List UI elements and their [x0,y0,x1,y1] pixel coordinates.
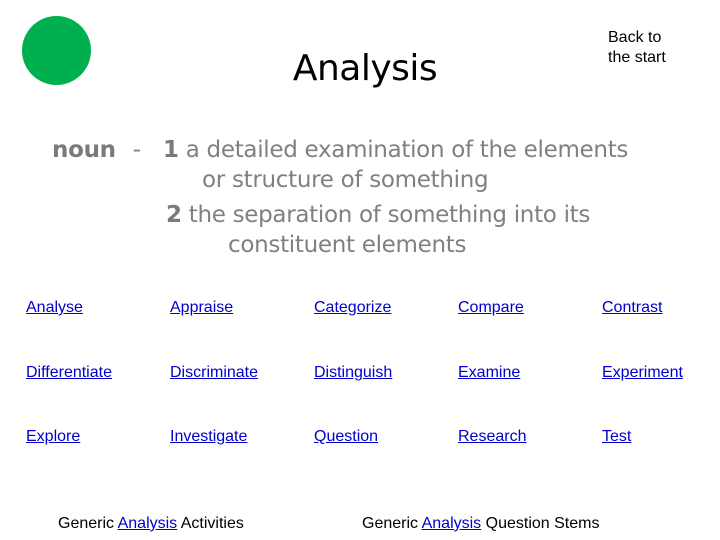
sense-number-2: 2 [166,202,182,228]
link-analyse[interactable]: Analyse [26,299,83,317]
link-compare[interactable]: Compare [458,299,524,317]
link-investigate[interactable]: Investigate [170,428,247,446]
back-link-line-2: the start [608,49,666,66]
link-discriminate[interactable]: Discriminate [170,364,258,382]
definition-part-of-speech: noun - [52,137,141,163]
back-link-line-1: Back to [608,29,662,46]
link-appraise[interactable]: Appraise [170,299,233,317]
footer-activities: Generic Analysis Activities [58,515,244,533]
definition-separator: - [132,137,141,163]
link-explore[interactable]: Explore [26,428,80,446]
definition-sense-2-line-1: 2 the separation of something into its [166,202,590,228]
definition-sense-1-line-1: 1 a detailed examination of the elements [163,137,628,163]
back-to-start-link[interactable]: Back to the start [608,28,688,68]
link-examine[interactable]: Examine [458,364,520,382]
part-of-speech: noun [52,137,116,163]
footer-question-stems: Generic Analysis Question Stems [362,515,599,533]
link-experiment[interactable]: Experiment [602,364,683,382]
footer-stems-prefix: Generic [362,515,419,532]
link-categorize[interactable]: Categorize [314,299,391,317]
footer-activities-suffix: Activities [180,515,244,532]
link-research[interactable]: Research [458,428,526,446]
footer-activities-prefix: Generic [58,515,115,532]
analysis-question-stems-link[interactable]: Analysis [422,515,482,532]
definition-sense-2-line-2: constituent elements [228,232,467,258]
definition-sense-1-line-2: or structure of something [202,167,489,193]
analysis-activities-link[interactable]: Analysis [118,515,178,532]
link-distinguish[interactable]: Distinguish [314,364,392,382]
sense-2-text: the separation of something into its [188,202,591,228]
link-contrast[interactable]: Contrast [602,299,662,317]
sense-1-text: a detailed examination of the elements [185,137,629,163]
link-test[interactable]: Test [602,428,631,446]
link-differentiate[interactable]: Differentiate [26,364,112,382]
link-question[interactable]: Question [314,428,378,446]
sense-number-1: 1 [163,137,179,163]
footer-stems-suffix: Question Stems [485,515,600,532]
